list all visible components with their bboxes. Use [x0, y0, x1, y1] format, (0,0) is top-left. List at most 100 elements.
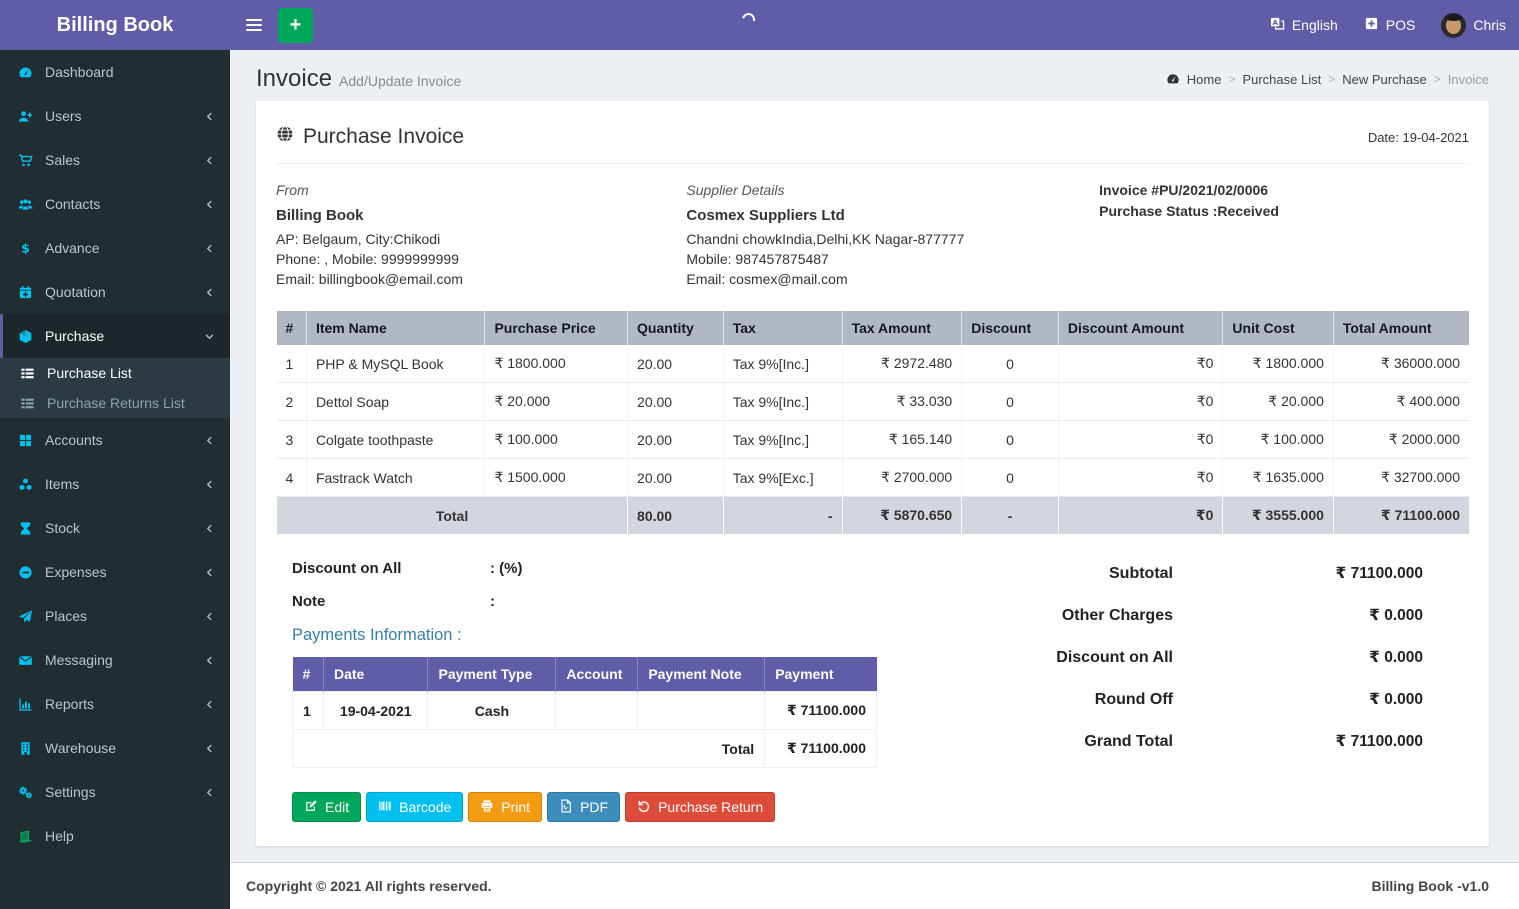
sidebar-item-places[interactable]: Places — [0, 594, 230, 638]
edit-button[interactable]: Edit — [292, 792, 362, 822]
globe-icon — [276, 125, 294, 149]
app-logo[interactable]: Billing Book — [0, 0, 230, 50]
quick-add-button[interactable]: + — [278, 7, 313, 43]
barcode-icon — [378, 799, 392, 816]
cubes-icon — [15, 477, 35, 492]
print-button[interactable]: Print — [468, 792, 543, 822]
page-title: Invoice Add/Update Invoice — [256, 65, 462, 92]
invoice-lower-section: Discount on All : (%) Note : Payments In… — [276, 554, 1469, 822]
top-header: Billing Book + A English POS Chris — [0, 0, 1519, 50]
page-subtitle: Add/Update Invoice — [339, 73, 462, 89]
chevron-left-icon — [204, 611, 215, 622]
breadcrumb-separator: > — [1328, 72, 1336, 86]
payments-heading: Payments Information : — [292, 626, 462, 644]
dashboard-icon — [1166, 72, 1180, 86]
sidebar-item-label: Advance — [45, 240, 100, 256]
cube-icon — [15, 329, 35, 344]
sidebar-item-sales[interactable]: Sales — [0, 138, 230, 182]
payment-row: 1 19-04-2021 Cash ₹ 71100.000 — [292, 691, 877, 730]
discount-on-all-value: : (%) — [490, 560, 523, 577]
sidebar-item-help[interactable]: Help — [0, 814, 230, 858]
sidebar-item-items[interactable]: Items — [0, 462, 230, 506]
svg-text:A: A — [1272, 18, 1278, 27]
sidebar-item-label: Messaging — [45, 652, 113, 668]
svg-text:$: $ — [21, 241, 30, 256]
printer-icon — [480, 799, 494, 816]
file-pdf-icon — [559, 798, 573, 816]
col-header-tax: Tax — [722, 311, 843, 345]
sidebar-item-stock[interactable]: Stock — [0, 506, 230, 550]
pay-col-date: Date — [322, 657, 428, 692]
chevron-left-icon — [204, 787, 215, 798]
navbar-right: A English POS Chris — [1257, 0, 1519, 50]
barcode-button[interactable]: Barcode — [366, 792, 464, 822]
sidebar-item-label: Accounts — [45, 432, 103, 448]
col-header-unit-cost: Unit Cost — [1222, 311, 1334, 345]
col-header-tax-amount: Tax Amount — [841, 311, 962, 345]
sidebar-subitem-label: Purchase List — [47, 365, 132, 381]
pay-col-index: # — [292, 657, 324, 692]
col-header-discount: Discount — [961, 311, 1059, 345]
breadcrumb-home[interactable]: Home — [1187, 72, 1222, 87]
invoice-actions: Edit Barcode Print PDF Purchase Return — [292, 792, 920, 822]
sidebar-item-label: Settings — [45, 784, 96, 800]
chevron-left-icon — [204, 155, 215, 166]
list-icon — [20, 396, 38, 411]
purchase-return-button[interactable]: Purchase Return — [625, 792, 776, 822]
pos-button[interactable]: POS — [1351, 0, 1429, 50]
sidebar-item-purchase-returns-list[interactable]: Purchase Returns List — [0, 388, 230, 418]
invoice-number: Invoice #PU/2021/02/0006 — [1099, 182, 1269, 198]
supplier-heading: Supplier Details — [686, 182, 785, 198]
language-menu[interactable]: A English — [1257, 0, 1351, 50]
items-total-label: Total — [275, 496, 628, 534]
invoice-date: Date: 19-04-2021 — [1367, 129, 1469, 145]
sidebar-item-settings[interactable]: Settings — [0, 770, 230, 814]
breadcrumb-new-purchase[interactable]: New Purchase — [1342, 72, 1427, 87]
dollar-icon: $ — [15, 241, 35, 256]
sidebar-item-messaging[interactable]: Messaging — [0, 638, 230, 682]
sidebar-item-quotation[interactable]: Quotation — [0, 270, 230, 314]
items-table-header-row: # Item Name Purchase Price Quantity Tax … — [276, 311, 1469, 345]
bar-chart-icon — [15, 697, 35, 712]
col-header-item-name: Item Name — [305, 311, 485, 345]
supplier-phone: Mobile: 987457875487 — [686, 251, 829, 267]
chevron-left-icon — [204, 567, 215, 578]
breadcrumb-purchase-list[interactable]: Purchase List — [1242, 72, 1321, 87]
user-menu[interactable]: Chris — [1428, 0, 1519, 50]
breadcrumb-separator: > — [1433, 72, 1441, 86]
sidebar-item-users[interactable]: Users — [0, 94, 230, 138]
sidebar-item-expenses[interactable]: Expenses — [0, 550, 230, 594]
discount-on-all-label: Discount on All — [292, 560, 402, 577]
col-header-quantity: Quantity — [627, 311, 724, 345]
table-row: 2 Dettol Soap ₹ 20.000 20.00 Tax 9%[Inc.… — [276, 382, 1469, 421]
sidebar-item-advance[interactable]: $ Advance — [0, 226, 230, 270]
sidebar-item-label: Items — [45, 476, 80, 492]
chevron-left-icon — [204, 655, 215, 666]
navbar: + A English POS Chris — [230, 0, 1519, 50]
invoice-summary: Subtotal ₹ 71100.000 Other Charges ₹ 0.0… — [920, 554, 1469, 822]
items-table: # Item Name Purchase Price Quantity Tax … — [275, 311, 1469, 534]
sidebar-item-purchase-list[interactable]: Purchase List — [0, 358, 230, 388]
table-row: 3 Colgate toothpaste ₹ 100.000 20.00 Tax… — [276, 420, 1469, 459]
sidebar-item-dashboard[interactable]: Dashboard — [0, 50, 230, 94]
undo-icon — [637, 799, 651, 816]
note-value: : — [490, 593, 495, 610]
sidebar-item-label: Quotation — [45, 284, 106, 300]
invoice-card-title: Purchase Invoice — [276, 125, 464, 149]
sidebar-item-accounts[interactable]: Accounts — [0, 418, 230, 462]
sidebar-toggle-button[interactable] — [230, 0, 278, 50]
supplier-name: Cosmex Suppliers Ltd — [686, 207, 845, 224]
chevron-left-icon — [204, 111, 215, 122]
pdf-button[interactable]: PDF — [547, 792, 621, 822]
sidebar-item-purchase[interactable]: Purchase — [0, 314, 230, 358]
supplier-email: Email: cosmex@mail.com — [686, 271, 848, 287]
sidebar-item-contacts[interactable]: Contacts — [0, 182, 230, 226]
pencil-square-icon — [304, 799, 318, 816]
content-wrapper: Invoice Add/Update Invoice Home > Purchas… — [230, 50, 1519, 909]
sidebar-item-warehouse[interactable]: Warehouse — [0, 726, 230, 770]
sidebar-item-reports[interactable]: Reports — [0, 682, 230, 726]
sidebar-item-label: Stock — [45, 520, 81, 536]
table-row: 4 Fastrack Watch ₹ 1500.000 20.00 Tax 9%… — [276, 458, 1469, 497]
loading-spinner-icon — [739, 10, 758, 29]
chevron-down-icon — [204, 331, 215, 342]
